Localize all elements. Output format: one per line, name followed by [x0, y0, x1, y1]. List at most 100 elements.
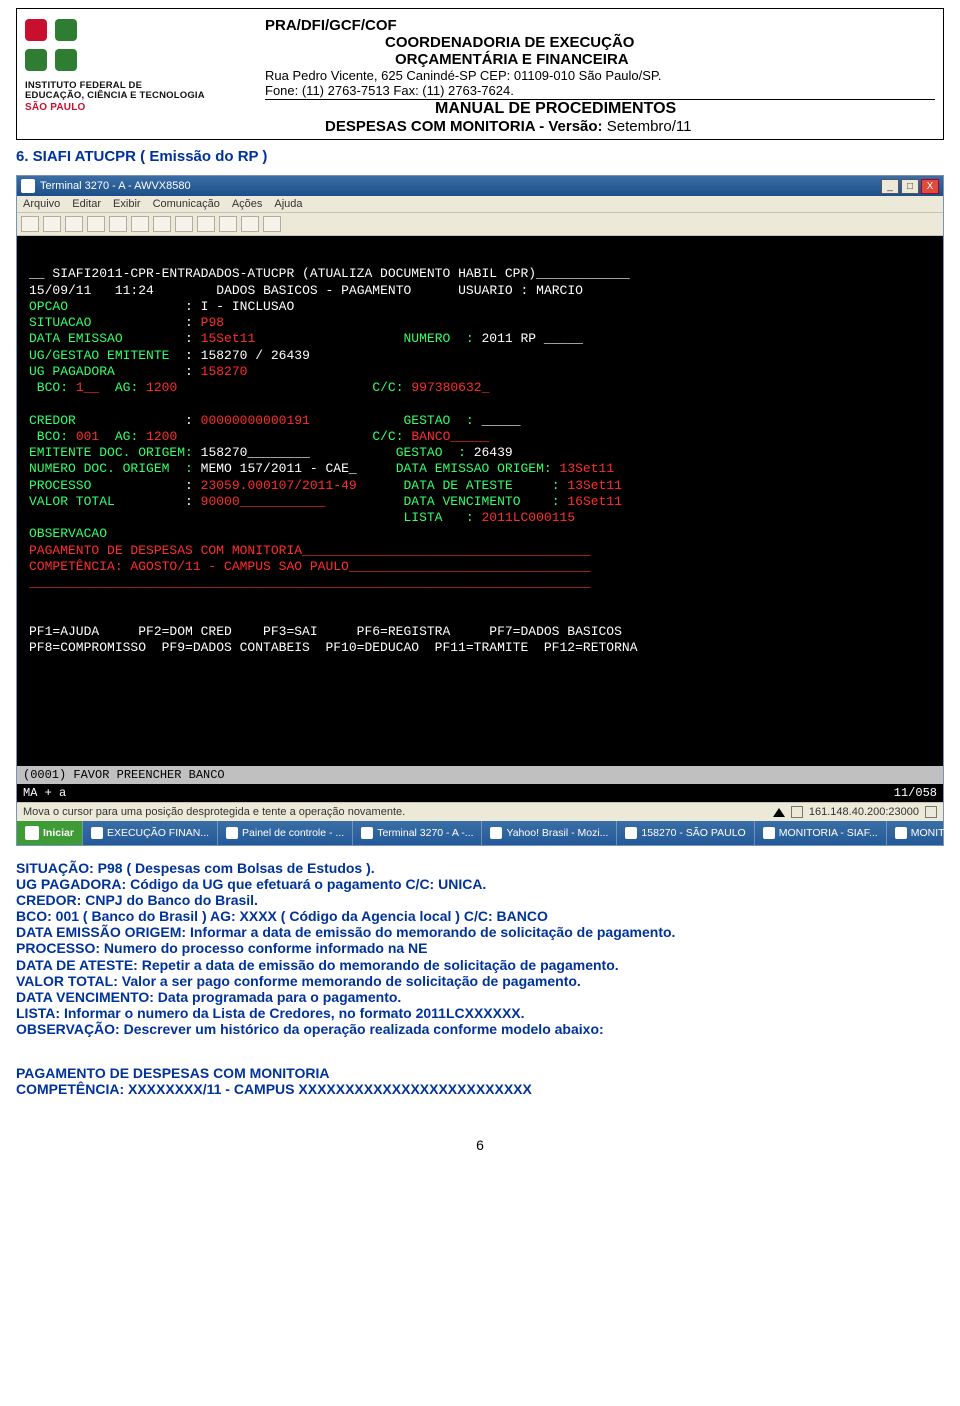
n-lista-txt: Informar o numero da Lista de Credores, …	[60, 1005, 524, 1021]
gestao1-val: _____	[474, 413, 521, 428]
window-titlebar[interactable]: Terminal 3270 - A - AWVX8580 _ □ X	[17, 176, 943, 196]
data-ateste-val: 13Set11	[567, 478, 622, 493]
lista-val: 2011LC000115	[482, 510, 576, 525]
taskbar[interactable]: Iniciar EXECUÇÃO FINAN... Painel de cont…	[17, 821, 943, 845]
bco1-lbl: BCO:	[29, 380, 68, 395]
numero-doc-val: MEMO 157/2011 - CAE_	[201, 461, 357, 476]
term-date: 15/09/11	[29, 283, 91, 298]
n-ag-lbl: AG:	[210, 908, 236, 924]
toolbar-button[interactable]	[219, 216, 237, 232]
header-org-l1: PRA/DFI/GCF/COF	[265, 17, 935, 34]
app-icon	[21, 179, 35, 193]
toolbar-button[interactable]	[21, 216, 39, 232]
toolbar-button[interactable]	[131, 216, 149, 232]
toolbar-button[interactable]	[241, 216, 259, 232]
logo-text-l3: SÃO PAULO	[25, 102, 253, 113]
emitente-doc-lbl: EMITENTE DOC. ORIGEM:	[29, 445, 193, 460]
toolbar-button[interactable]	[153, 216, 171, 232]
n-deo-lbl: DATA EMISSÃO ORIGEM:	[16, 924, 186, 940]
situacao-val: P98	[201, 315, 224, 330]
emitente-doc-val: 158270________	[201, 445, 310, 460]
windows-icon	[25, 826, 39, 840]
header-org-l3: ORÇAMENTÁRIA E FINANCEIRA	[265, 51, 935, 68]
n-credor-txt: CNPJ do Banco do Brasil.	[81, 892, 258, 908]
start-button[interactable]: Iniciar	[17, 821, 82, 845]
ag2-lbl: AG:	[115, 429, 138, 444]
terminal-screen[interactable]: __ SIAFI2011-CPR-ENTRADADOS-ATUCPR (ATUA…	[17, 236, 943, 766]
data-emissao-origem-lbl: DATA EMISSAO ORIGEM:	[396, 461, 552, 476]
numero-doc-lbl: NUMERO DOC. ORIGEM :	[29, 461, 193, 476]
header-phone: Fone: (11) 2763-7513 Fax: (11) 2763-7624…	[265, 83, 935, 98]
n-proc-txt: Numero do processo conforme informado na…	[100, 940, 428, 956]
n-obs-lbl: OBSERVAÇÃO:	[16, 1021, 120, 1037]
n-proc-lbl: PROCESSO:	[16, 940, 100, 956]
toolbar-button[interactable]	[43, 216, 61, 232]
menu-item[interactable]: Ações	[232, 198, 263, 210]
pf-keys-l1: PF1=AJUDA PF2=DOM CRED PF3=SAI PF6=REGIS…	[29, 624, 622, 639]
ug-gestao-lbl: UG/GESTAO EMITENTE	[29, 348, 169, 363]
task-icon	[895, 827, 907, 839]
ug-gestao-val: : 158270 / 26439	[185, 348, 310, 363]
gestao2-val: 26439	[466, 445, 513, 460]
task-item[interactable]: Painel de controle - ...	[217, 821, 352, 845]
ag2-val: 1200	[146, 429, 177, 444]
valor-total-val: 90000___________	[201, 494, 326, 509]
task-item[interactable]: Terminal 3270 - A -...	[352, 821, 481, 845]
term-header: __ SIAFI2011-CPR-ENTRADADOS-ATUCPR (ATUA…	[29, 266, 630, 281]
numero-val: 2011 RP _____	[474, 331, 583, 346]
task-icon	[361, 827, 373, 839]
header-subject: DESPESAS COM MONITORIA - Versão:	[325, 118, 603, 135]
bco2-lbl: BCO:	[29, 429, 68, 444]
cc1-val: 997380632_	[411, 380, 489, 395]
menu-item[interactable]: Ajuda	[274, 198, 302, 210]
task-label: MONITORIA - Micr...	[911, 827, 960, 839]
triangle-icon	[773, 808, 785, 817]
maximize-button[interactable]: □	[901, 179, 919, 194]
task-item[interactable]: EXECUÇÃO FINAN...	[82, 821, 217, 845]
toolbar-button[interactable]	[263, 216, 281, 232]
task-item[interactable]: MONITORIA - SIAF...	[754, 821, 886, 845]
document-header: INSTITUTO FEDERAL DE EDUCAÇÃO, CIÊNCIA E…	[16, 8, 944, 140]
menu-item[interactable]: Editar	[72, 198, 101, 210]
data-vencimento-val: 16Set11	[567, 494, 622, 509]
lista-lbl: LISTA :	[403, 510, 473, 525]
minimize-button[interactable]: _	[881, 179, 899, 194]
n-ateste-lbl: DATA DE ATESTE:	[16, 957, 138, 973]
n-vt-lbl: VALOR TOTAL:	[16, 973, 118, 989]
toolbar-button[interactable]	[197, 216, 215, 232]
task-label: Yahoo! Brasil - Mozi...	[506, 827, 608, 839]
terminal-window: Terminal 3270 - A - AWVX8580 _ □ X Arqui…	[16, 175, 944, 846]
menu-item[interactable]: Exibir	[113, 198, 141, 210]
toolbar-button[interactable]	[109, 216, 127, 232]
bco1-val: 1__	[76, 380, 99, 395]
terminal-status-line: (0001) FAVOR PREENCHER BANCO	[17, 766, 943, 784]
n-dv-txt: Data programada para o pagamento.	[154, 989, 401, 1005]
cc2-val: BANCO_____	[411, 429, 489, 444]
task-label: EXECUÇÃO FINAN...	[107, 827, 209, 839]
observacao-lbl: OBSERVACAO	[29, 526, 107, 541]
toolbar-button[interactable]	[87, 216, 105, 232]
bco2-val: 001	[76, 429, 99, 444]
observacao-l3: ________________________________________…	[29, 575, 591, 590]
header-manual: MANUAL DE PROCEDIMENTOS	[265, 100, 935, 118]
n-ugpag-cc: C/C: UNICA.	[405, 876, 486, 892]
task-label: 158270 - SÃO PAULO	[641, 827, 745, 839]
processo-lbl: PROCESSO	[29, 478, 91, 493]
close-button[interactable]: X	[921, 179, 939, 194]
toolbar-button[interactable]	[65, 216, 83, 232]
n-deo-txt: Informar a data de emissão do memorando …	[186, 924, 675, 940]
opcao-lbl: OPCAO	[29, 299, 68, 314]
term-screen-lbl: DADOS BASICOS - PAGAMENTO	[216, 283, 411, 298]
menu-item[interactable]: Arquivo	[23, 198, 60, 210]
header-version: Setembro/11	[603, 118, 692, 135]
task-item[interactable]: 158270 - SÃO PAULO	[616, 821, 753, 845]
task-icon	[625, 827, 637, 839]
page-number: 6	[16, 1137, 944, 1153]
status-msg: (0001) FAVOR PREENCHER BANCO	[23, 768, 225, 782]
menu-item[interactable]: Comunicação	[153, 198, 220, 210]
example-pay-l2: COMPETÊNCIA: XXXXXXXX/11 - CAMPUS XXXXXX…	[16, 1081, 944, 1097]
toolbar-button[interactable]	[175, 216, 193, 232]
menu-bar[interactable]: Arquivo Editar Exibir Comunicação Ações …	[17, 196, 943, 213]
task-item[interactable]: MONITORIA - Micr...	[886, 821, 960, 845]
task-item[interactable]: Yahoo! Brasil - Mozi...	[481, 821, 616, 845]
